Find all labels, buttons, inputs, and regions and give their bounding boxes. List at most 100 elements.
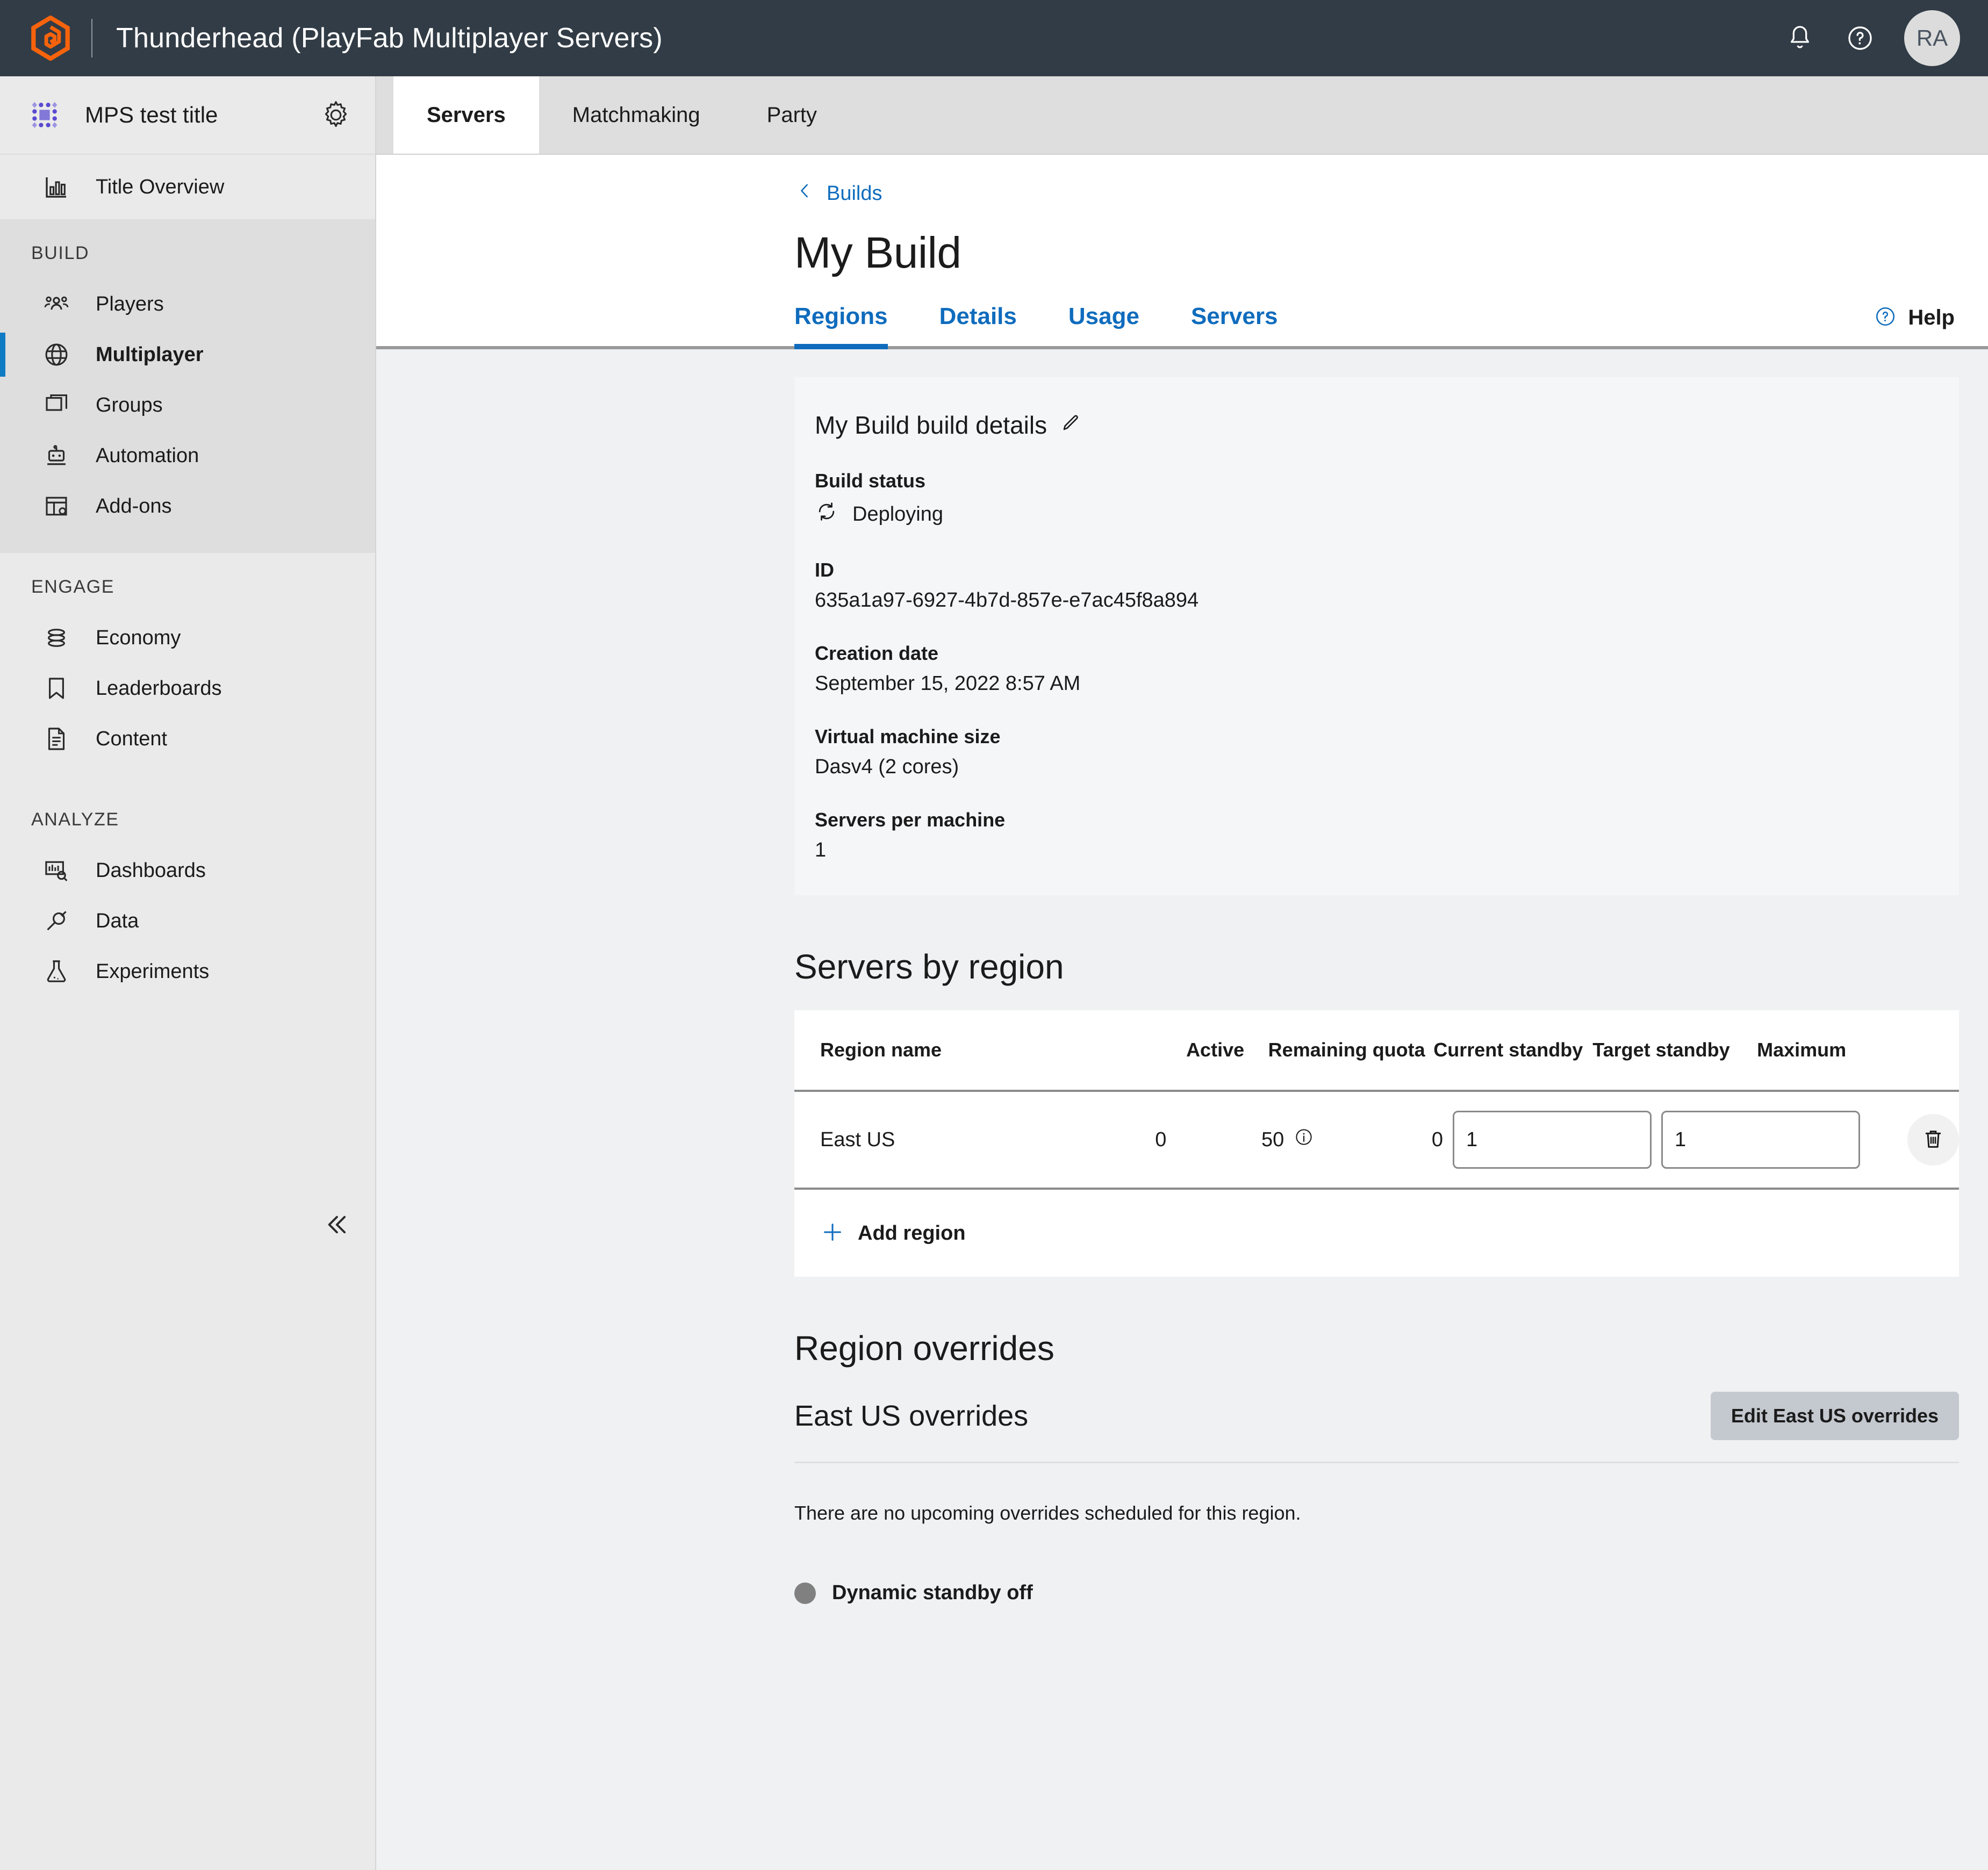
- status-dot-icon: [794, 1582, 816, 1604]
- sidebar-item-content[interactable]: Content: [0, 714, 375, 764]
- app-title: Thunderhead (PlayFab Multiplayer Servers…: [116, 23, 663, 54]
- field-value: 635a1a97-6927-4b7d-857e-e7ac45f8a894: [815, 589, 1199, 612]
- bell-icon[interactable]: [1770, 8, 1830, 68]
- sidebar-item-title-overview[interactable]: Title Overview: [0, 155, 375, 219]
- sidebar-item-label: Experiments: [96, 960, 210, 983]
- body-wrapper: MPS test title Title Overview BUILD Play…: [0, 76, 1988, 1870]
- thunderhead-logo-icon: [30, 15, 71, 61]
- sidebar-item-economy[interactable]: Economy: [0, 613, 375, 663]
- sidebar-item-groups[interactable]: Groups: [0, 380, 375, 430]
- dynamic-standby-label: Dynamic standby off: [832, 1581, 1033, 1604]
- sidebar-group-build: BUILD Players Multiplayer Groups Automat…: [0, 219, 375, 553]
- sidebar-item-label: Data: [96, 909, 139, 932]
- field-label: Build status: [815, 470, 926, 492]
- chevron-double-left-icon[interactable]: [318, 1208, 351, 1241]
- chevron-left-icon: [794, 181, 815, 206]
- main-content: Servers Matchmaking Party Builds My Buil…: [376, 76, 1988, 1870]
- field-vm-size: Virtual machine size Dasv4 (2 cores): [815, 725, 1959, 779]
- delete-region-button[interactable]: [1907, 1114, 1959, 1166]
- sub-tab-strip: Regions Details Usage Servers Help: [376, 303, 1988, 349]
- sidebar-item-multiplayer[interactable]: Multiplayer: [0, 329, 375, 380]
- sidebar-group-heading: ENGAGE: [31, 577, 115, 597]
- cell-current-standby: 0: [1431, 1128, 1443, 1151]
- region-overrides-subheading: East US overrides: [794, 1400, 1029, 1432]
- sidebar-item-automation[interactable]: Automation: [0, 430, 375, 481]
- dashboard-search-icon: [42, 856, 71, 885]
- column-header-maximum: Maximum: [1757, 1039, 1847, 1061]
- help-link[interactable]: Help: [1874, 305, 1955, 346]
- document-icon: [42, 724, 71, 753]
- sidebar-item-label: Add-ons: [96, 494, 172, 517]
- sidebar-item-data[interactable]: Data: [0, 896, 375, 946]
- field-value: 1: [815, 839, 827, 861]
- build-details-heading: My Build build details: [815, 411, 1959, 440]
- subtab-usage[interactable]: Usage: [1068, 303, 1139, 346]
- info-circle-icon[interactable]: [1294, 1127, 1314, 1153]
- cell-maximum: [1652, 1111, 1860, 1169]
- sidebar-group-analyze: ANALYZE Dashboards Data Experiments: [0, 786, 375, 1018]
- field-value: Dasv4 (2 cores): [815, 756, 959, 778]
- subtab-regions[interactable]: Regions: [794, 303, 888, 349]
- help-label: Help: [1908, 306, 1955, 329]
- chart-bars-icon: [42, 172, 71, 202]
- subtab-servers[interactable]: Servers: [1191, 303, 1278, 346]
- field-value: Deploying: [852, 502, 943, 526]
- field-build-status: Build status Deploying: [815, 470, 1959, 529]
- question-circle-icon[interactable]: [1830, 8, 1890, 68]
- quota-value: 50: [1261, 1128, 1284, 1151]
- field-label: Virtual machine size: [815, 725, 1001, 747]
- title-selector-row[interactable]: MPS test title: [0, 76, 375, 155]
- pencil-icon[interactable]: [1060, 411, 1082, 440]
- top-bar: Thunderhead (PlayFab Multiplayer Servers…: [0, 0, 1988, 76]
- column-header-region-name: Region name: [820, 1039, 942, 1061]
- gear-icon[interactable]: [319, 98, 353, 132]
- page-body: My Build build details Build status Depl…: [376, 349, 1988, 1870]
- sidebar-item-label: Multiplayer: [96, 343, 204, 366]
- sidebar-item-label: Leaderboards: [96, 677, 222, 700]
- subtab-details[interactable]: Details: [939, 303, 1017, 346]
- field-value: September 15, 2022 8:57 AM: [815, 672, 1081, 695]
- cell-remaining-quota: 50: [1166, 1127, 1314, 1153]
- build-details-card: My Build build details Build status Depl…: [794, 377, 1959, 895]
- sidebar-item-experiments[interactable]: Experiments: [0, 946, 375, 997]
- robot-icon: [42, 441, 71, 470]
- stacked-windows-icon: [42, 391, 71, 420]
- servers-by-region-table: Region name Active Remaining quota Curre…: [794, 1010, 1959, 1277]
- sidebar-item-label: Dashboards: [96, 859, 206, 882]
- field-label: Servers per machine: [815, 809, 1006, 831]
- tab-matchmaking[interactable]: Matchmaking: [539, 76, 734, 154]
- table-header-row: Region name Active Remaining quota Curre…: [794, 1010, 1959, 1092]
- coins-stack-icon: [42, 623, 71, 652]
- sidebar-item-leaderboards[interactable]: Leaderboards: [0, 663, 375, 714]
- breadcrumb[interactable]: Builds: [376, 181, 1988, 206]
- edit-overrides-button[interactable]: Edit East US overrides: [1710, 1392, 1959, 1440]
- field-label: ID: [815, 559, 834, 581]
- sidebar: MPS test title Title Overview BUILD Play…: [0, 76, 376, 1870]
- field-creation-date: Creation date September 15, 2022 8:57 AM: [815, 642, 1959, 695]
- plug-icon: [42, 907, 71, 936]
- sidebar-item-label: Economy: [96, 626, 181, 649]
- add-region-button[interactable]: Add region: [794, 1190, 1959, 1277]
- cell-target-standby: [1443, 1111, 1652, 1169]
- tab-party[interactable]: Party: [734, 76, 850, 154]
- avatar[interactable]: RA: [1904, 10, 1960, 66]
- plus-icon: [820, 1220, 845, 1247]
- cell-region-name: East US: [820, 1128, 895, 1151]
- sidebar-item-label: Content: [96, 727, 168, 750]
- bookmark-icon: [42, 674, 71, 703]
- target-standby-input[interactable]: [1453, 1111, 1652, 1169]
- maximum-input[interactable]: [1661, 1111, 1860, 1169]
- column-header-remaining-quota: Remaining quota: [1268, 1039, 1425, 1061]
- sidebar-item-players[interactable]: Players: [0, 279, 375, 329]
- sidebar-item-label: Players: [96, 292, 164, 315]
- sidebar-item-label: Groups: [96, 393, 163, 416]
- sidebar-item-add-ons[interactable]: Add-ons: [0, 481, 375, 531]
- sidebar-group-heading: ANALYZE: [31, 809, 119, 830]
- cell-actions: [1860, 1114, 1959, 1166]
- sidebar-item-dashboards[interactable]: Dashboards: [0, 845, 375, 896]
- sidebar-item-label: Automation: [96, 444, 199, 467]
- column-header-active: Active: [1186, 1039, 1245, 1061]
- title-name: MPS test title: [85, 102, 218, 127]
- tab-servers[interactable]: Servers: [393, 76, 539, 154]
- cell-active: 0: [1155, 1128, 1167, 1151]
